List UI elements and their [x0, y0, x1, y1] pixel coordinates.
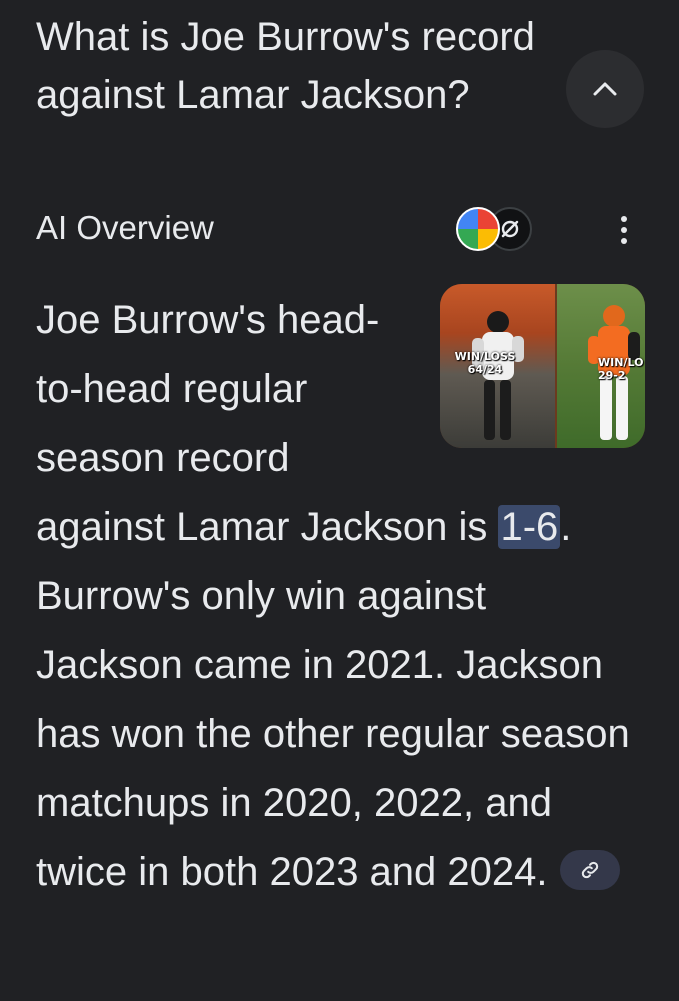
answer-rest: . Burrow's only win against Jackson came… [36, 505, 630, 894]
more-options-button[interactable] [604, 210, 644, 250]
record-highlight: 1-6 [498, 505, 561, 549]
answer-text: Joe Burrow's head-to-head regular season … [36, 286, 636, 907]
answer-line: to-head regular [36, 367, 308, 411]
source-badges[interactable] [456, 207, 536, 253]
source-link-button[interactable] [559, 850, 620, 891]
link-icon [581, 862, 598, 879]
answer-line: against Lamar Jackson is [36, 505, 499, 549]
answer-line: Joe Burrow's head- [36, 298, 380, 342]
collapse-button[interactable] [566, 50, 644, 128]
question-title: What is Joe Burrow's record against Lama… [36, 15, 535, 117]
ai-overview-label: AI Overview [36, 209, 214, 246]
gemini-badge-icon [456, 207, 500, 251]
answer-line: season record [36, 436, 290, 480]
chevron-up-icon [593, 82, 617, 96]
more-vert-icon [621, 216, 627, 222]
